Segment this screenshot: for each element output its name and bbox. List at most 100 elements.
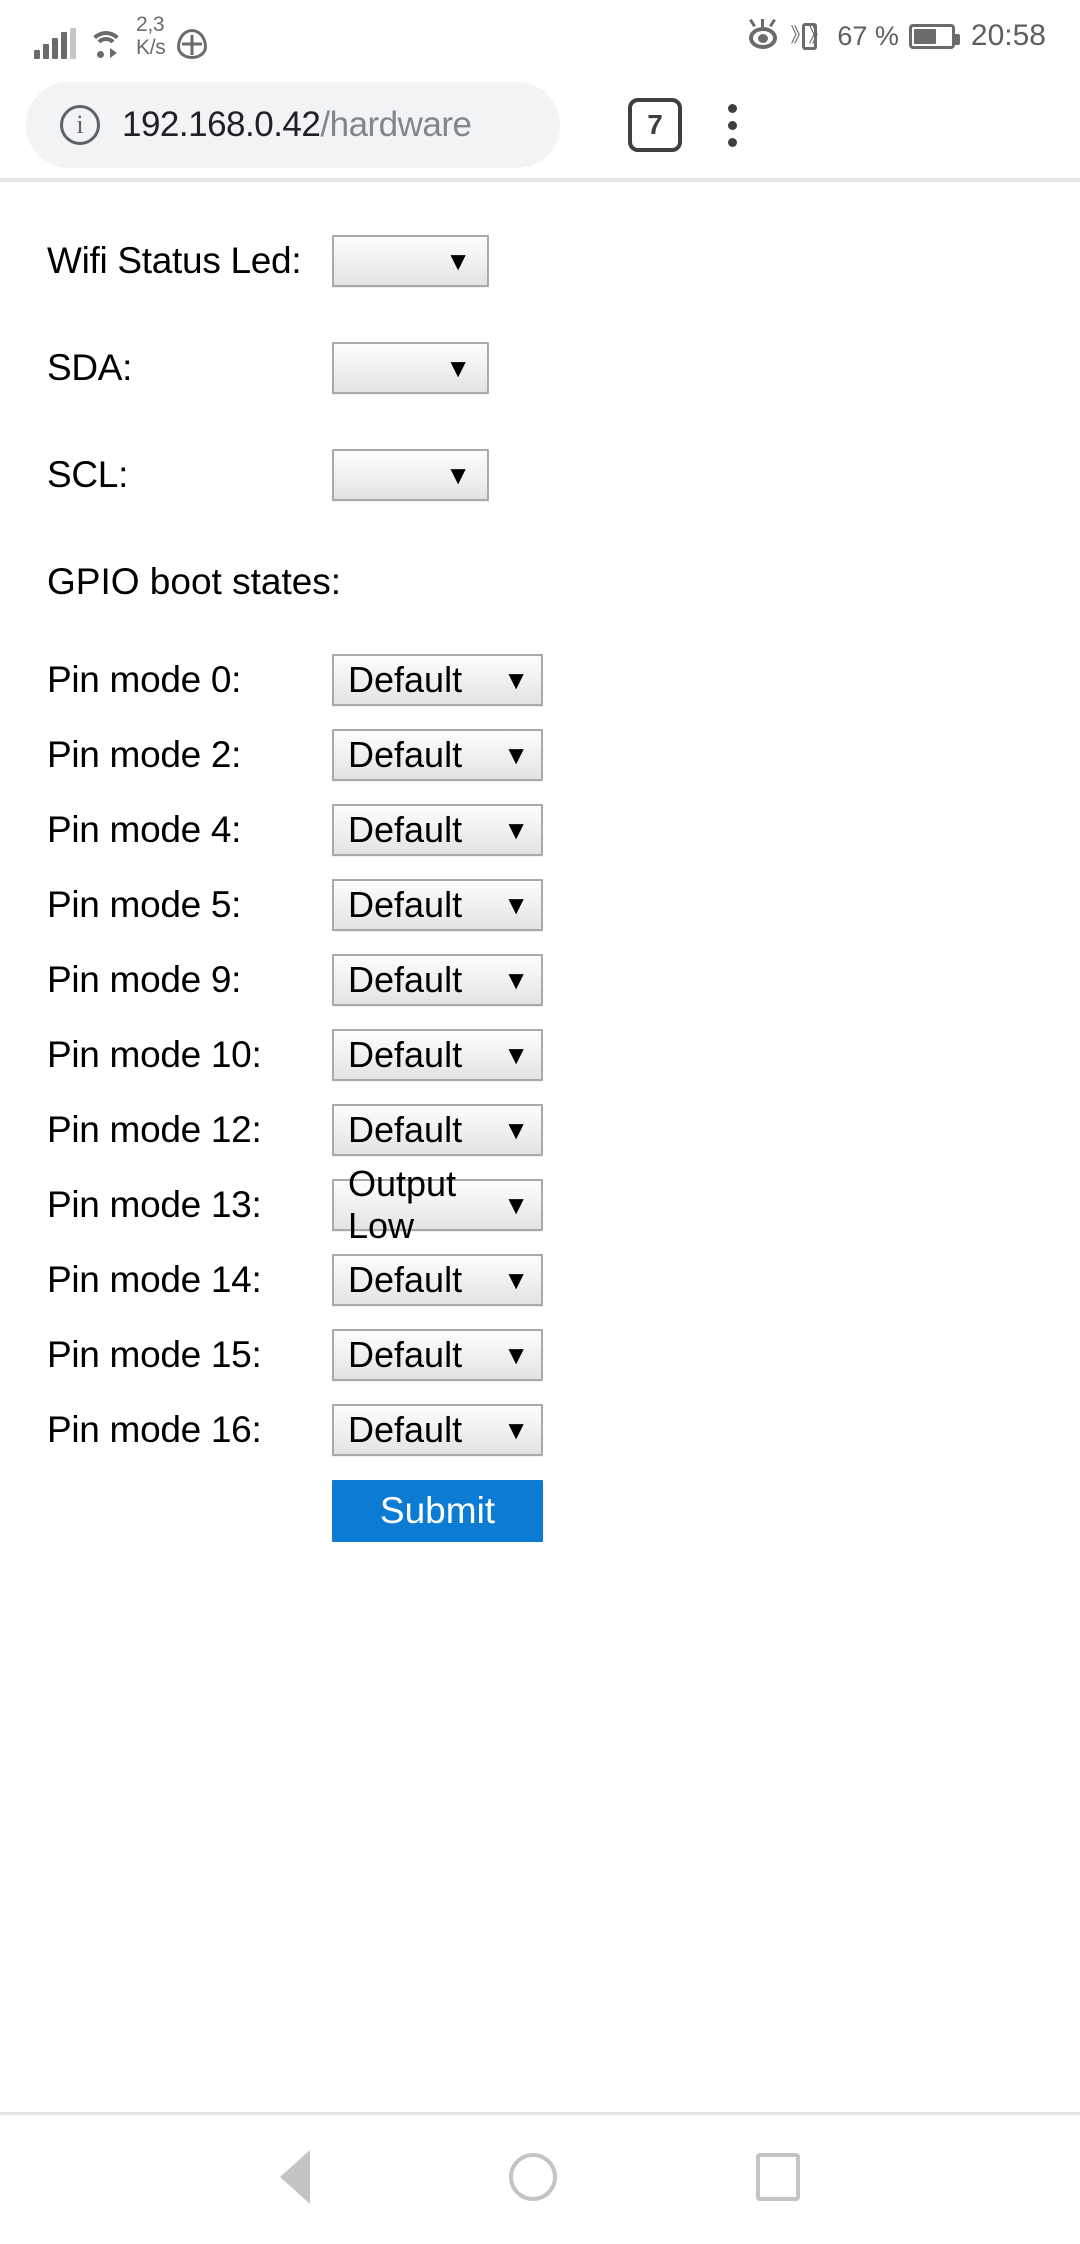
- chevron-down-icon: ▼: [503, 1340, 529, 1370]
- battery-percent-label: 67 %: [837, 20, 899, 51]
- select-value: Default: [348, 659, 463, 700]
- pin-mode-label: Pin mode 15:: [47, 1334, 262, 1375]
- select-value: Default: [348, 1034, 463, 1075]
- network-speed-value: 2,3: [136, 13, 165, 36]
- chevron-down-icon: ▼: [445, 353, 471, 383]
- select-scl[interactable]: ▼: [332, 449, 489, 501]
- pin-mode-row: Pin mode 14: Default ▼: [0, 1252, 1080, 1308]
- pin-mode-label: Pin mode 12:: [47, 1109, 262, 1150]
- select-value: Default: [348, 809, 463, 850]
- select-value: Default: [348, 1259, 463, 1300]
- select-pin-mode[interactable]: Default ▼: [332, 954, 543, 1006]
- pin-mode-label: Pin mode 13:: [47, 1184, 262, 1225]
- kebab-menu-icon[interactable]: [704, 103, 760, 147]
- info-icon[interactable]: i: [60, 105, 100, 145]
- select-pin-mode[interactable]: Default ▼: [332, 804, 543, 856]
- section-heading-label: GPIO boot states:: [47, 561, 342, 602]
- chevron-down-icon: ▼: [503, 890, 529, 920]
- select-pin-mode[interactable]: Default ▼: [332, 729, 543, 781]
- label-sda: SDA:: [47, 347, 133, 388]
- select-value: Default: [348, 1409, 463, 1450]
- pin-mode-row: Pin mode 2: Default ▼: [0, 727, 1080, 783]
- tab-count-button[interactable]: 7: [628, 98, 682, 152]
- select-value: Default: [348, 959, 463, 1000]
- pin-mode-label: Pin mode 4:: [47, 809, 242, 850]
- chevron-down-icon: ▼: [503, 740, 529, 770]
- field-row-scl: SCL: ▼: [0, 438, 1080, 512]
- url-host: 192.168.0.42: [122, 105, 321, 144]
- select-pin-mode[interactable]: Default ▼: [332, 1329, 543, 1381]
- chevron-down-icon: ▼: [503, 1415, 529, 1445]
- wifi-icon: [88, 29, 124, 59]
- select-wifi-status-led[interactable]: ▼: [332, 235, 489, 287]
- select-value: Default: [348, 734, 463, 775]
- pin-mode-row: Pin mode 12: Default ▼: [0, 1102, 1080, 1158]
- pin-mode-label: Pin mode 2:: [47, 734, 242, 775]
- select-pin-mode[interactable]: Default ▼: [332, 1029, 543, 1081]
- select-pin-mode[interactable]: Default ▼: [332, 1104, 543, 1156]
- chevron-down-icon: ▼: [503, 1190, 529, 1220]
- pin-mode-label: Pin mode 5:: [47, 884, 242, 925]
- url-bar[interactable]: i 192.168.0.42/hardware: [26, 82, 560, 168]
- label-wifi-status-led: Wifi Status Led:: [47, 240, 302, 281]
- chevron-down-icon: ▼: [445, 246, 471, 276]
- url-path: /hardware: [320, 105, 472, 144]
- back-triangle-icon[interactable]: [279, 2150, 310, 2204]
- select-sda[interactable]: ▼: [332, 342, 489, 394]
- select-value: Default: [348, 884, 463, 925]
- url-text: 192.168.0.42/hardware: [122, 105, 472, 145]
- select-pin-mode[interactable]: Default ▼: [332, 879, 543, 931]
- location-icon: [177, 29, 208, 59]
- pin-mode-label: Pin mode 14:: [47, 1259, 262, 1300]
- chevron-down-icon: ▼: [503, 965, 529, 995]
- chevron-down-icon: ▼: [503, 1265, 529, 1295]
- pin-mode-label: Pin mode 10:: [47, 1034, 262, 1075]
- field-row-wifi-status-led: Wifi Status Led: ▼: [0, 224, 1080, 298]
- pin-mode-row: Pin mode 13: Output Low ▼: [0, 1163, 1080, 1246]
- chevron-down-icon: ▼: [445, 460, 471, 490]
- pin-mode-label: Pin mode 9:: [47, 959, 242, 1000]
- label-scl: SCL:: [47, 454, 129, 495]
- select-value: Default: [348, 1334, 463, 1375]
- eye-comfort-icon: [745, 18, 781, 51]
- battery-icon: [908, 23, 960, 49]
- status-bar-left: 2,3 K/s: [34, 13, 208, 59]
- status-bar-right: 》》 67 % 20:58: [745, 18, 1046, 53]
- submit-spacer: [47, 1480, 332, 1542]
- pin-mode-label: Pin mode 0:: [47, 659, 242, 700]
- pin-mode-row: Pin mode 15: Default ▼: [0, 1327, 1080, 1383]
- clock-label: 20:58: [970, 19, 1046, 52]
- page-content: Wifi Status Led: ▼ SDA: ▼ SCL: ▼ GPIO bo…: [0, 182, 1080, 2112]
- pin-mode-row: Pin mode 9: Default ▼: [0, 952, 1080, 1008]
- section-heading-gpio-boot-states: GPIO boot states:: [0, 545, 1080, 619]
- pin-mode-label: Pin mode 16:: [47, 1409, 262, 1450]
- pin-mode-row: Pin mode 16: Default ▼: [0, 1402, 1080, 1458]
- field-row-sda: SDA: ▼: [0, 331, 1080, 405]
- vibrate-icon: 》》: [790, 20, 828, 52]
- chevron-down-icon: ▼: [503, 1040, 529, 1070]
- submit-row: Submit: [0, 1480, 1080, 1542]
- select-pin-mode[interactable]: Default ▼: [332, 1404, 543, 1456]
- recent-apps-square-icon[interactable]: [756, 2153, 801, 2201]
- submit-button[interactable]: Submit: [332, 1480, 543, 1542]
- pin-mode-list: Pin mode 0: Default ▼ Pin mode 2: Default ▼ Pi…: [0, 652, 1080, 1458]
- home-circle-icon[interactable]: [508, 2153, 557, 2201]
- chevron-down-icon: ▼: [503, 665, 529, 695]
- select-value: Output Low: [348, 1163, 457, 1246]
- select-pin-mode[interactable]: Output Low ▼: [332, 1163, 543, 1246]
- chevron-down-icon: ▼: [503, 815, 529, 845]
- chevron-down-icon: ▼: [503, 1115, 529, 1145]
- signal-bars-icon: [34, 28, 76, 59]
- select-pin-mode[interactable]: Default ▼: [332, 654, 543, 706]
- pin-mode-row: Pin mode 4: Default ▼: [0, 802, 1080, 858]
- select-pin-mode[interactable]: Default ▼: [332, 1254, 543, 1306]
- status-bar: 2,3 K/s 》》 67 % 20:58: [0, 0, 1080, 72]
- pin-mode-row: Pin mode 5: Default ▼: [0, 877, 1080, 933]
- android-navigation-bar: [0, 2115, 1080, 2239]
- network-speed-unit: K/s: [136, 36, 166, 59]
- pin-mode-row: Pin mode 10: Default ▼: [0, 1027, 1080, 1083]
- pin-mode-row: Pin mode 0: Default ▼: [0, 652, 1080, 708]
- network-speed-text: 2,3 K/s: [136, 13, 166, 59]
- select-value: Default: [348, 1109, 463, 1150]
- browser-toolbar: i 192.168.0.42/hardware 7: [0, 72, 1080, 178]
